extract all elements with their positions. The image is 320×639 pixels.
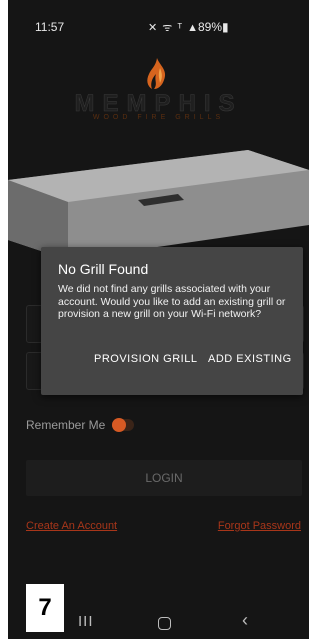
recents-button[interactable]: III (78, 613, 94, 630)
back-button[interactable]: ‹ (242, 610, 248, 631)
phone-screen: 11:57 ✕ ᯤ ᵀ ▲ 89%▮ MEMPHIS WOOD FIRE GRI… (8, 0, 309, 639)
home-button[interactable] (158, 617, 171, 630)
signal-icons: ✕ ᯤ ᵀ ▲ (148, 22, 200, 34)
create-account-link[interactable]: Create An Account (26, 520, 117, 532)
brand-tagline: WOOD FIRE GRILLS (92, 114, 225, 121)
add-existing-button[interactable]: ADD EXISTING (208, 353, 292, 365)
brand-logo: MEMPHIS WOOD FIRE GRILLS (8, 56, 309, 136)
status-bar: 11:57 ✕ ᯤ ᵀ ▲ 89%▮ (8, 0, 309, 40)
toggle-knob (112, 418, 126, 432)
dialog-title: No Grill Found (58, 261, 149, 277)
provision-grill-button[interactable]: PROVISION GRILL (94, 353, 197, 365)
remember-me-label: Remember Me (26, 418, 106, 432)
battery-indicator: 89%▮ (198, 20, 229, 34)
no-grill-dialog: No Grill Found We did not find any grill… (41, 247, 303, 395)
login-button[interactable]: LOGIN (26, 460, 302, 496)
forgot-password-link[interactable]: Forgot Password (218, 520, 301, 532)
step-number-badge: 7 (26, 584, 64, 632)
remember-me-toggle[interactable] (112, 418, 134, 432)
status-time: 11:57 (35, 20, 65, 34)
flame-icon (147, 58, 166, 89)
dialog-message: We did not find any grills associated wi… (58, 283, 286, 320)
